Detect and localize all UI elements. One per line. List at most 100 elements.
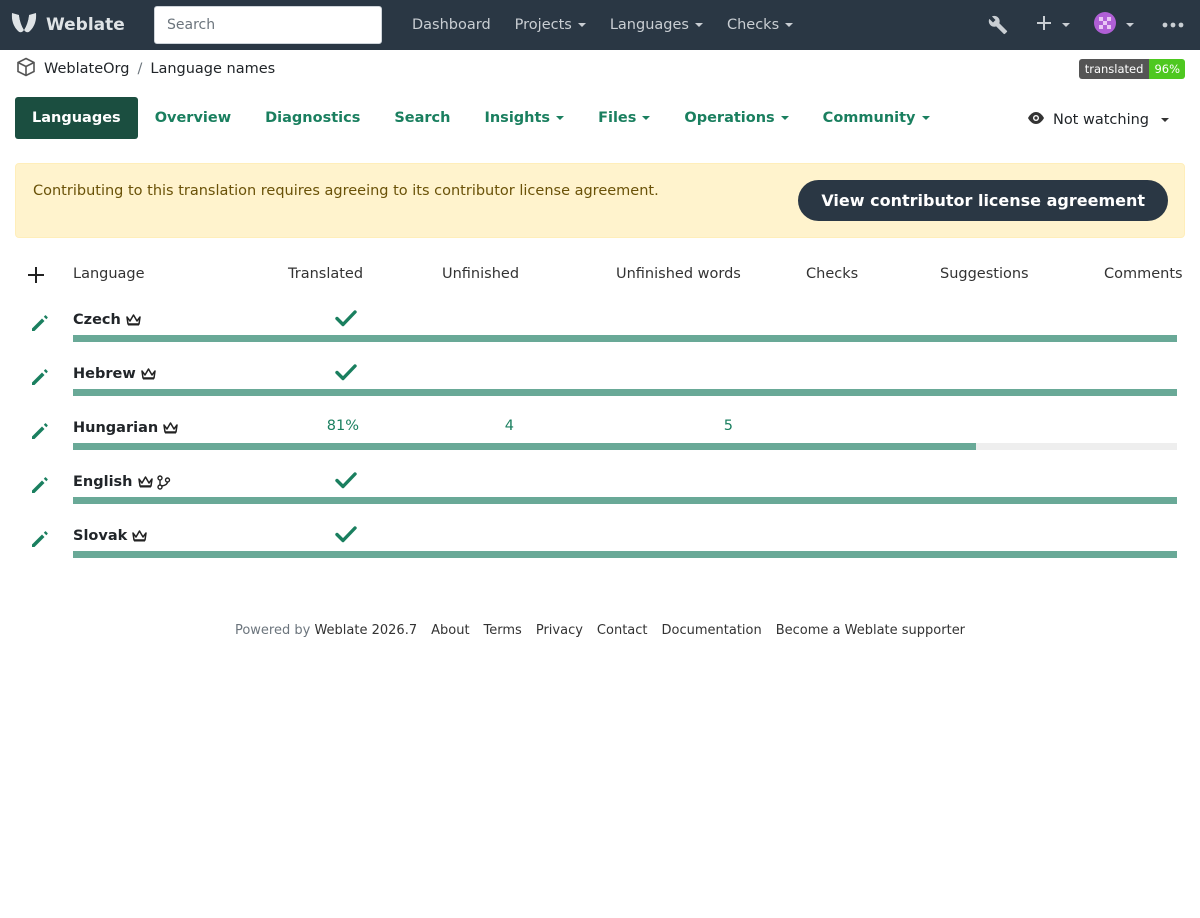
languages-table-header: Language Translated Unfinished Unfinishe…: [0, 262, 1200, 290]
brand-link[interactable]: Weblate: [10, 11, 125, 39]
progress-bar-fill: [73, 443, 977, 450]
edit-pencil-icon[interactable]: [30, 475, 50, 499]
unfinished-words-count[interactable]: 5: [724, 418, 733, 434]
language-link[interactable]: Hungarian: [73, 417, 178, 439]
footer-privacy-link[interactable]: Privacy: [536, 623, 583, 638]
wrench-icon[interactable]: [973, 15, 1036, 35]
language-link[interactable]: Slovak: [73, 525, 148, 547]
tab-insights-label: Insights: [484, 110, 551, 126]
language-name: Hebrew: [73, 366, 136, 382]
badge-value: 96%: [1149, 59, 1185, 79]
nav-dashboard-label: Dashboard: [412, 17, 491, 33]
more-menu-icon[interactable]: [1162, 22, 1200, 28]
search-input[interactable]: Search: [154, 6, 382, 44]
checkmark-icon: [335, 471, 357, 493]
nav-checks[interactable]: Checks: [715, 17, 805, 33]
caret-down-icon: [1161, 118, 1169, 122]
tab-community[interactable]: Community: [806, 97, 947, 139]
edit-pencil-icon[interactable]: [30, 421, 50, 445]
tab-insights[interactable]: Insights: [467, 97, 581, 139]
progress-bar-fill: [73, 389, 1177, 396]
breadcrumb-project[interactable]: WeblateOrg: [44, 61, 129, 77]
weblate-logo-icon: [10, 10, 38, 41]
language-name: English: [73, 474, 133, 490]
source-branch-icon: [156, 474, 171, 490]
language-name: Czech: [73, 312, 121, 328]
language-name: Slovak: [73, 528, 128, 544]
crown-icon: [163, 422, 178, 434]
tab-languages[interactable]: Languages: [15, 97, 138, 139]
footer-about-link[interactable]: About: [431, 623, 469, 638]
eye-icon: [1027, 111, 1045, 129]
progress-bar: [73, 443, 1177, 450]
page-footer: Powered by Weblate 2026.7 About Terms Pr…: [0, 623, 1200, 638]
add-language-icon[interactable]: [27, 266, 45, 288]
component-tabs: Languages Overview Diagnostics Search In…: [15, 97, 947, 139]
tab-files[interactable]: Files: [581, 97, 667, 139]
caret-down-icon: [785, 23, 794, 27]
table-row: Hungarian 81% 4 5: [0, 417, 1200, 471]
crown-icon: [126, 314, 141, 326]
header-checks[interactable]: Checks: [806, 266, 858, 282]
header-language[interactable]: Language: [73, 266, 145, 282]
table-row: Slovak: [0, 525, 1200, 579]
unfinished-count[interactable]: 4: [505, 418, 514, 434]
user-menu-button[interactable]: [1094, 12, 1162, 38]
watch-label: Not watching: [1052, 112, 1149, 128]
breadcrumb-component[interactable]: Language names: [150, 61, 275, 77]
progress-bar-fill: [73, 497, 1177, 504]
language-link[interactable]: Czech: [73, 309, 141, 331]
tab-overview[interactable]: Overview: [138, 97, 248, 139]
tab-search[interactable]: Search: [377, 97, 467, 139]
avatar: [1094, 12, 1116, 38]
edit-pencil-icon[interactable]: [30, 367, 50, 391]
caret-down-icon: [694, 23, 703, 27]
header-suggestions[interactable]: Suggestions: [940, 266, 1029, 282]
nav-dashboard[interactable]: Dashboard: [400, 17, 503, 33]
crown-icon: [137, 476, 153, 488]
checkmark-icon: [335, 525, 357, 547]
caret-down-icon: [921, 116, 930, 120]
edit-pencil-icon[interactable]: [30, 313, 50, 337]
nav-right: [973, 0, 1200, 50]
breadcrumb: WeblateOrg / Language names: [16, 57, 275, 81]
tab-overview-label: Overview: [154, 110, 232, 126]
add-menu-button[interactable]: [1036, 15, 1094, 35]
translation-status-badge[interactable]: translated 96%: [1078, 59, 1185, 79]
tab-diagnostics[interactable]: Diagnostics: [248, 97, 377, 139]
header-unfinished[interactable]: Unfinished: [442, 266, 519, 282]
tab-operations[interactable]: Operations: [667, 97, 805, 139]
nav-projects-label: Projects: [514, 17, 572, 33]
nav-checks-label: Checks: [726, 17, 780, 33]
table-row: English: [0, 471, 1200, 525]
view-cla-button[interactable]: View contributor license agreement: [798, 180, 1168, 221]
nav-languages[interactable]: Languages: [598, 17, 715, 33]
header-comments[interactable]: Comments: [1104, 266, 1183, 282]
tab-search-label: Search: [394, 110, 451, 126]
caret-down-icon: [1126, 23, 1134, 27]
footer-powered-by: Powered by: [234, 623, 311, 638]
header-translated[interactable]: Translated: [288, 266, 363, 282]
edit-pencil-icon[interactable]: [30, 529, 50, 553]
nav-projects[interactable]: Projects: [503, 17, 598, 33]
footer-terms-link[interactable]: Terms: [484, 623, 522, 638]
tab-diagnostics-label: Diagnostics: [265, 110, 361, 126]
watch-toggle[interactable]: Not watching: [1027, 108, 1169, 132]
project-cube-icon: [16, 57, 36, 81]
cla-alert: Contributing to this translation require…: [15, 163, 1185, 238]
language-link[interactable]: Hebrew: [73, 363, 156, 385]
footer-supporter-link[interactable]: Become a Weblate supporter: [776, 623, 965, 638]
progress-bar: [73, 497, 1177, 504]
caret-down-icon: [556, 116, 565, 120]
plus-icon: [1036, 15, 1052, 35]
badge-label: translated: [1078, 59, 1150, 79]
brand-name: Weblate: [46, 15, 125, 35]
footer-documentation-link[interactable]: Documentation: [662, 623, 762, 638]
header-unfinished-words[interactable]: Unfinished words: [616, 266, 741, 282]
translated-percent[interactable]: 81%: [327, 418, 359, 434]
crown-icon: [140, 368, 156, 380]
language-link[interactable]: English: [73, 471, 171, 493]
footer-contact-link[interactable]: Contact: [597, 623, 648, 638]
footer-version-link[interactable]: Weblate 2026.7: [314, 623, 417, 638]
caret-down-icon: [642, 116, 651, 120]
